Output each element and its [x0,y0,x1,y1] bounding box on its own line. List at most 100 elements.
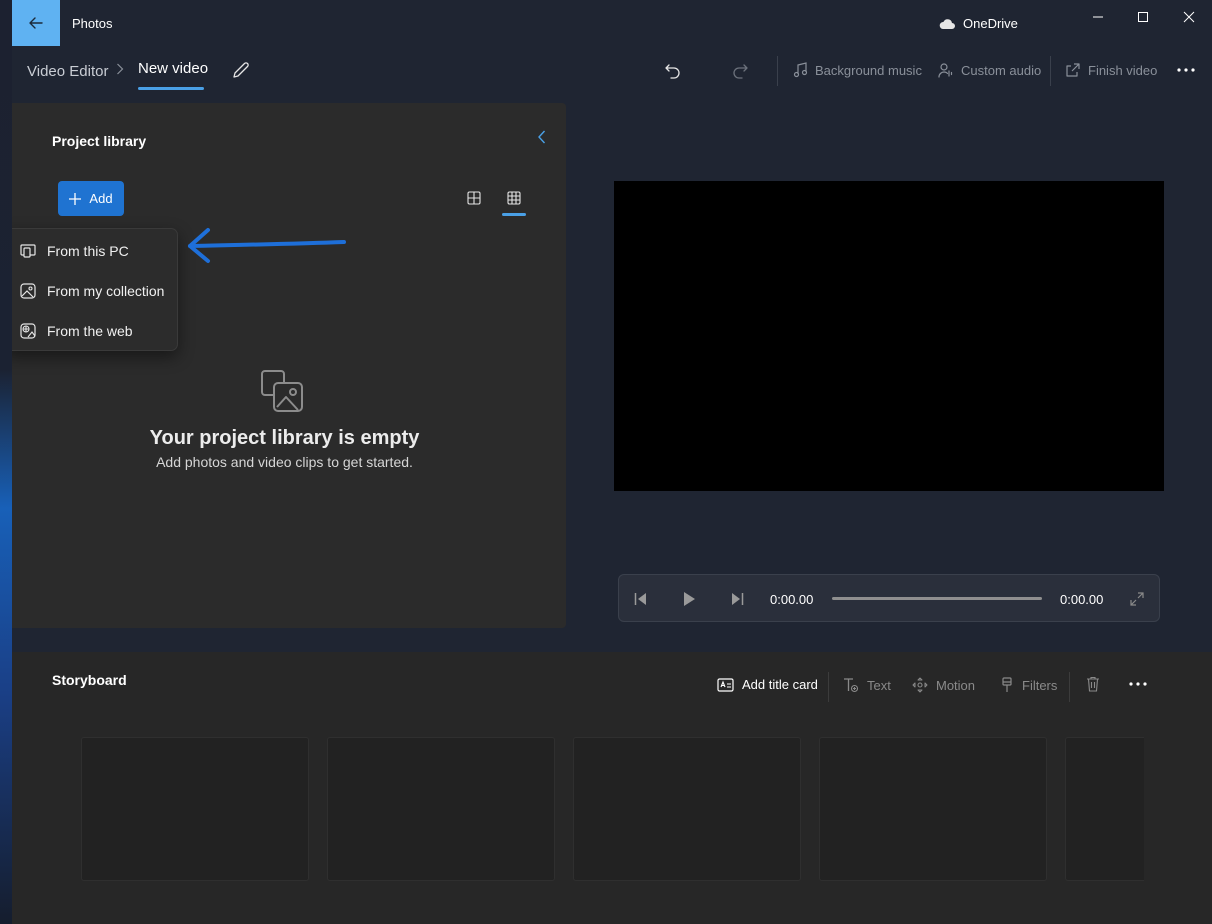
fullscreen-button[interactable] [1127,589,1147,609]
text-icon [844,678,859,693]
annotation-arrow [188,228,346,263]
large-grid-view-button[interactable] [464,188,484,208]
storyboard-panel: Storyboard Add title card Text Motion Fi… [12,652,1212,924]
grid-small-icon [507,191,521,205]
more-horizontal-icon [1129,682,1147,686]
motion-button[interactable]: Motion [912,677,975,693]
more-options-button[interactable] [1175,62,1197,78]
play-button[interactable] [679,589,699,609]
storyboard-divider [828,672,829,702]
rename-button[interactable] [231,60,253,82]
toolbar-divider [777,56,778,86]
plus-icon [69,192,82,205]
project-library-panel: Project library Add Your project library… [12,103,566,628]
grid-large-icon [467,191,481,205]
storyboard-slot[interactable] [573,737,801,881]
finish-video-label: Finish video [1088,62,1158,78]
storyboard-slot[interactable] [81,737,309,881]
toolbar-divider [1050,56,1051,86]
add-button[interactable]: Add [58,181,124,216]
motion-label: Motion [936,677,976,693]
menu-item-label: From my collection [47,283,165,299]
menu-item-label: From the web [47,323,133,339]
menu-item-label: From this PC [47,243,129,259]
motion-icon [912,677,928,693]
photos-stack-icon [261,370,303,412]
custom-audio-button[interactable]: Custom audio [938,62,1041,78]
share-icon [1066,63,1080,77]
desktop-background [0,0,12,924]
storyboard-slot[interactable] [819,737,1047,881]
person-audio-icon [938,63,953,78]
seek-bar[interactable] [832,597,1042,600]
filters-label: Filters [1022,677,1058,693]
finish-video-button[interactable]: Finish video [1065,62,1157,78]
menu-item-from-the-web[interactable]: From the web [12,311,179,351]
storyboard-divider [1069,672,1070,702]
minimize-icon [1093,16,1103,18]
view-active-indicator [502,213,526,216]
undo-icon [665,64,680,79]
more-horizontal-icon [1177,68,1195,72]
photos-window: Photos OneDrive Video Editor New video B… [12,0,1212,924]
breadcrumb-video-editor[interactable]: Video Editor [27,63,108,80]
music-note-icon [793,62,808,78]
onedrive-status[interactable]: OneDrive [938,16,1018,31]
close-icon [1183,11,1195,23]
chevron-right-icon [117,63,124,75]
filters-button[interactable]: Filters [1000,677,1057,693]
collection-icon [20,283,36,299]
text-button[interactable]: Text [843,677,891,693]
custom-audio-label: Custom audio [961,62,1042,78]
redo-icon [733,64,748,79]
chevron-left-icon [538,130,546,144]
arrow-left-icon [29,17,43,29]
storyboard-title: Storyboard [52,672,127,688]
playback-controls: 0:00.00 0:00.00 [618,574,1160,622]
close-button[interactable] [1177,5,1201,29]
empty-library-title: Your project library is empty [149,427,420,449]
previous-frame-button[interactable] [631,589,651,609]
app-title: Photos [72,16,113,31]
total-time: 0:00.00 [1060,592,1104,607]
add-title-card-label: Add title card [742,677,818,692]
text-label: Text [867,677,891,693]
onedrive-label: OneDrive [963,16,1018,31]
undo-button[interactable] [662,60,684,82]
background-music-button[interactable]: Background music [792,62,922,78]
add-title-card-button[interactable]: Add title card [717,677,818,692]
collapse-library-button[interactable] [537,129,553,147]
add-menu: From this PC From my collection From the… [12,228,178,351]
skip-forward-icon [732,593,744,605]
breadcrumb-new-video[interactable]: New video [138,60,208,77]
current-time: 0:00.00 [770,592,814,607]
next-frame-button[interactable] [727,589,747,609]
add-button-label: Add [89,191,113,206]
pc-icon [20,244,36,258]
breadcrumb-active-indicator [138,87,204,90]
minimize-button[interactable] [1086,5,1110,29]
breadcrumb-separator [116,62,124,80]
redo-button[interactable] [729,60,751,82]
empty-library-subtitle: Add photos and video clips to get starte… [156,454,413,470]
delete-button[interactable] [1086,676,1100,692]
skip-back-icon [634,593,646,605]
pencil-icon [233,62,249,78]
maximize-icon [1138,12,1148,22]
back-button[interactable] [12,0,60,46]
filter-brush-icon [1002,677,1012,692]
menu-item-from-this-pc[interactable]: From this PC [12,231,179,271]
storyboard-more-button[interactable] [1129,682,1147,686]
storyboard-slot[interactable] [327,737,555,881]
title-card-icon [717,677,734,692]
play-icon [684,592,695,606]
menu-item-from-my-collection[interactable]: From my collection [12,271,179,311]
background-music-label: Background music [815,62,922,78]
storyboard-slot[interactable] [1065,737,1144,881]
maximize-button[interactable] [1131,5,1155,29]
web-image-icon [20,323,36,339]
cloud-icon [939,18,955,29]
video-preview [614,181,1164,491]
trash-icon [1087,676,1099,692]
small-grid-view-button[interactable] [504,188,524,208]
